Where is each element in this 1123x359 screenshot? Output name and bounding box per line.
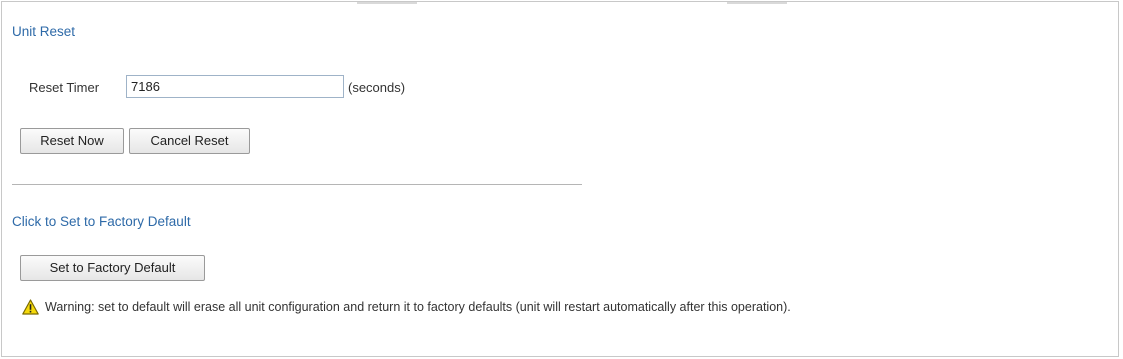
factory-default-title: Click to Set to Factory Default xyxy=(12,214,191,229)
unit-reset-title: Unit Reset xyxy=(12,24,76,39)
set-factory-default-button[interactable]: Set to Factory Default xyxy=(20,255,205,281)
top-border-mark xyxy=(727,2,787,4)
reset-timer-unit: (seconds) xyxy=(348,80,406,95)
reset-now-button[interactable]: Reset Now xyxy=(20,128,124,154)
section-divider xyxy=(12,184,582,185)
top-border-mark xyxy=(357,2,417,4)
cancel-reset-button[interactable]: Cancel Reset xyxy=(129,128,250,154)
warning-message: Warning: set to default will erase all u… xyxy=(45,300,791,314)
warning-triangle-icon xyxy=(22,299,39,315)
reset-timer-input[interactable] xyxy=(126,75,344,98)
settings-panel: Unit Reset Reset Timer (seconds) Reset N… xyxy=(1,1,1119,357)
reset-timer-label: Reset Timer xyxy=(29,80,100,95)
